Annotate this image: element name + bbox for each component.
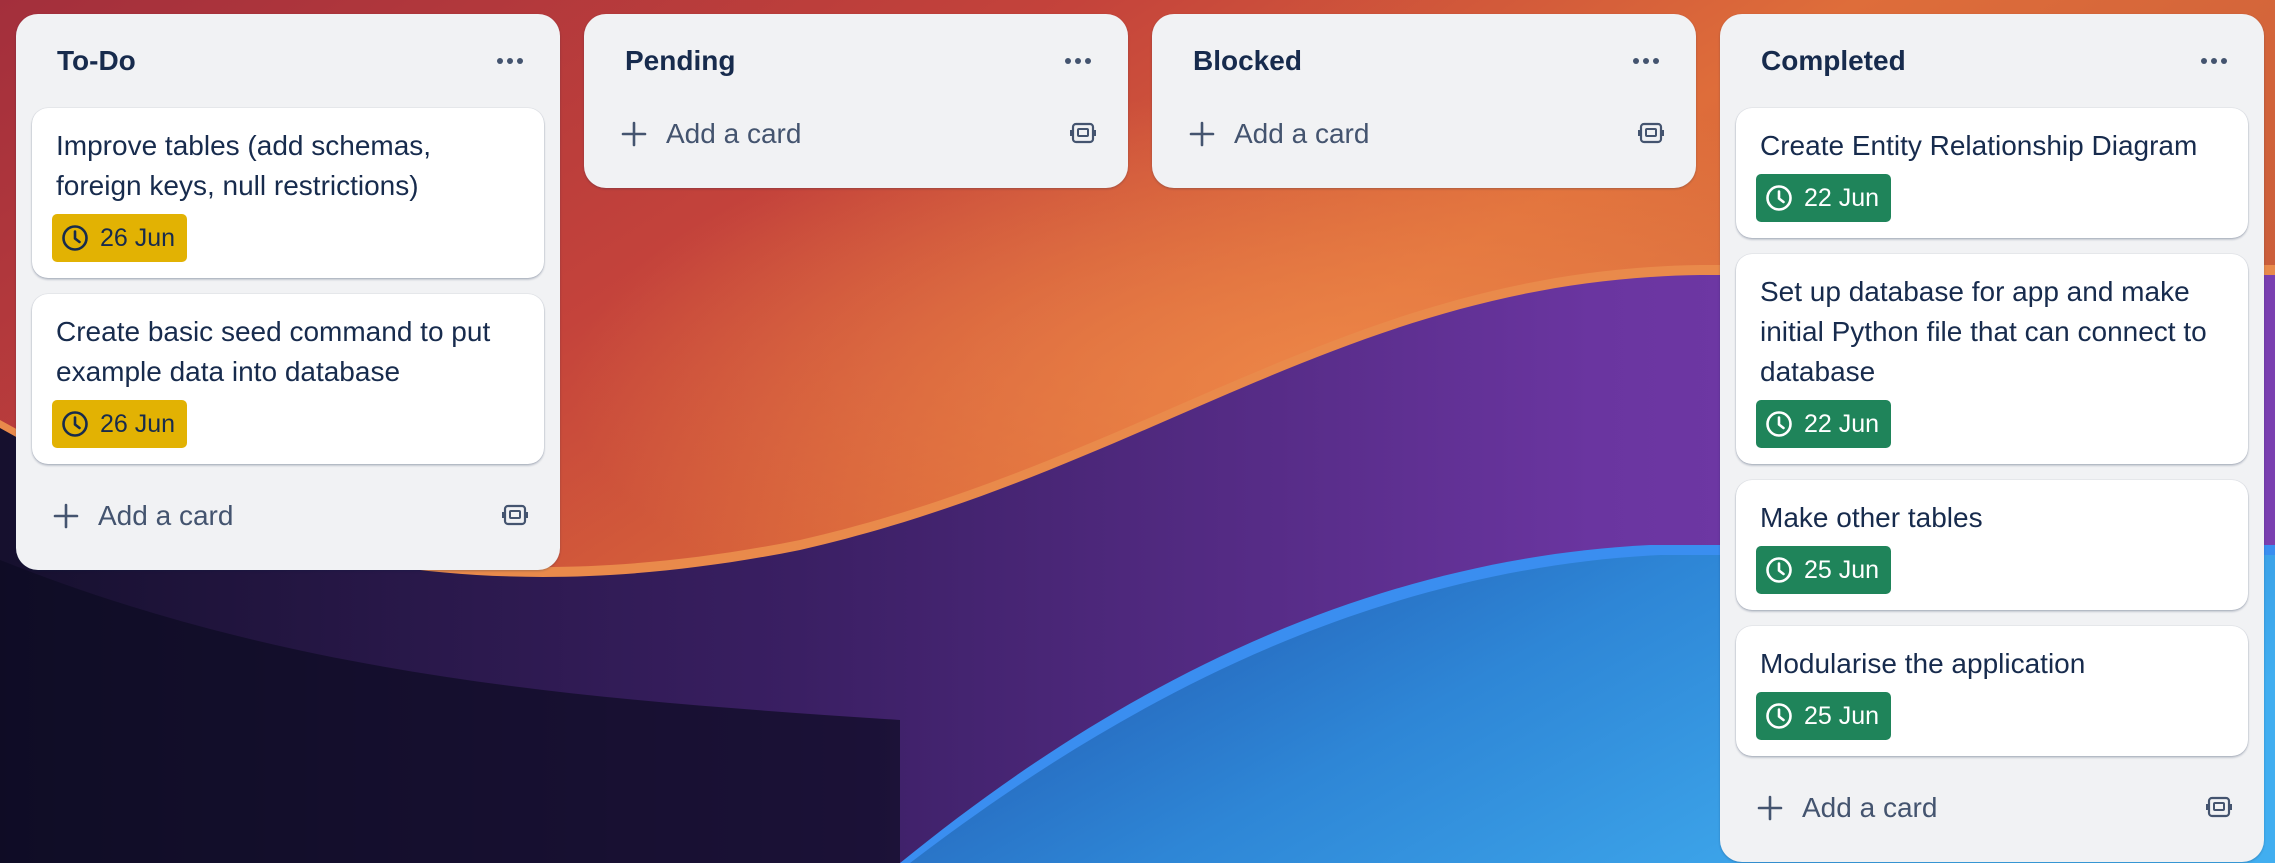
create-from-template-button[interactable] <box>1066 118 1100 152</box>
add-card-label: Add a card <box>1234 118 1370 149</box>
add-card-button[interactable]: Add a card <box>600 98 1112 170</box>
plus-icon <box>1188 120 1216 148</box>
due-date-badge[interactable]: 25 Jun <box>1756 546 1892 594</box>
list-to-do[interactable]: To-Do Improve tables (add schemas, foreig… <box>16 14 560 570</box>
card[interactable]: Create basic seed command to put example… <box>32 294 544 464</box>
due-date-label: 26 Jun <box>100 223 176 252</box>
card-title: Improve tables (add schemas, foreign key… <box>56 130 432 201</box>
list-header[interactable]: Pending <box>600 14 1112 108</box>
card[interactable]: Modularise the application 25 Jun <box>1736 626 2248 756</box>
list-title[interactable]: To-Do <box>57 14 136 108</box>
clock-icon <box>1764 701 1794 731</box>
list-pending[interactable]: Pending Add a card <box>584 14 1128 188</box>
plus-icon <box>1756 794 1784 822</box>
ellipsis-icon <box>2200 52 2228 70</box>
list-menu-button[interactable] <box>1060 43 1096 79</box>
template-icon <box>2206 795 2232 824</box>
card[interactable]: Make other tables 25 Jun <box>1736 480 2248 610</box>
card[interactable]: Improve tables (add schemas, foreign key… <box>32 108 544 278</box>
clock-icon <box>1764 183 1794 213</box>
clock-icon <box>1764 555 1794 585</box>
template-icon <box>1638 121 1664 150</box>
due-date-label: 25 Jun <box>1804 701 1880 730</box>
card[interactable]: Set up database for app and make initial… <box>1736 254 2248 464</box>
list-title[interactable]: Pending <box>625 14 735 108</box>
due-date-label: 22 Jun <box>1804 183 1880 212</box>
card-title: Create basic seed command to put example… <box>56 316 491 387</box>
ellipsis-icon <box>1064 52 1092 70</box>
list-title[interactable]: Blocked <box>1193 14 1302 108</box>
template-icon <box>502 503 528 532</box>
plus-icon <box>52 502 80 530</box>
add-card-button[interactable]: Add a card <box>1736 772 2248 844</box>
clock-icon <box>1764 409 1794 439</box>
list-header[interactable]: Blocked <box>1168 14 1680 108</box>
due-date-badge[interactable]: 25 Jun <box>1756 692 1892 740</box>
clock-icon <box>60 223 90 253</box>
create-from-template-button[interactable] <box>1634 118 1668 152</box>
card[interactable]: Create Entity Relationship Diagram 22 Jun <box>1736 108 2248 238</box>
create-from-template-button[interactable] <box>498 500 532 534</box>
card-title: Modularise the application <box>1760 648 2086 679</box>
due-date-label: 26 Jun <box>100 409 176 438</box>
list-completed[interactable]: Completed Create Entity Relationship Diag… <box>1720 14 2264 862</box>
ellipsis-icon <box>496 52 524 70</box>
card-title: Set up database for app and make initial… <box>1760 276 2207 387</box>
add-card-button[interactable]: Add a card <box>32 480 544 552</box>
add-card-button[interactable]: Add a card <box>1168 98 1680 170</box>
due-date-badge[interactable]: 26 Jun <box>52 214 188 262</box>
list-menu-button[interactable] <box>2196 43 2232 79</box>
list-header[interactable]: To-Do <box>32 14 544 108</box>
add-card-label: Add a card <box>1802 792 1938 823</box>
clock-icon <box>60 409 90 439</box>
due-date-badge[interactable]: 22 Jun <box>1756 174 1892 222</box>
template-icon <box>1070 121 1096 150</box>
list-blocked[interactable]: Blocked Add a card <box>1152 14 1696 188</box>
ellipsis-icon <box>1632 52 1660 70</box>
list-menu-button[interactable] <box>1628 43 1664 79</box>
card-title: Make other tables <box>1760 502 1983 533</box>
due-date-label: 22 Jun <box>1804 409 1880 438</box>
add-card-label: Add a card <box>666 118 802 149</box>
list-title[interactable]: Completed <box>1761 14 1906 108</box>
due-date-badge[interactable]: 22 Jun <box>1756 400 1892 448</box>
list-menu-button[interactable] <box>492 43 528 79</box>
add-card-label: Add a card <box>98 500 234 531</box>
card-title: Create Entity Relationship Diagram <box>1760 130 2198 161</box>
list-header[interactable]: Completed <box>1736 14 2248 108</box>
plus-icon <box>620 120 648 148</box>
due-date-badge[interactable]: 26 Jun <box>52 400 188 448</box>
due-date-label: 25 Jun <box>1804 555 1880 584</box>
create-from-template-button[interactable] <box>2202 792 2236 826</box>
